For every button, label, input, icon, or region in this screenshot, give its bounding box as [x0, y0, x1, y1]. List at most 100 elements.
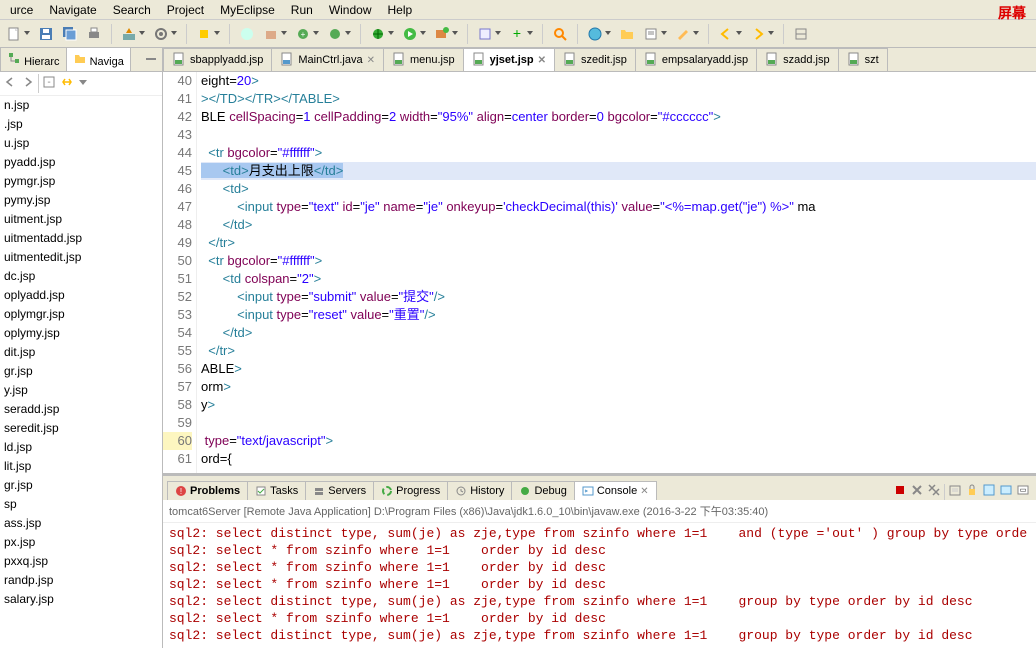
file-item[interactable]: n.jsp [2, 96, 162, 115]
forward-button[interactable] [748, 24, 776, 44]
bottom-tab-console[interactable]: Console✕ [574, 481, 657, 500]
close-icon[interactable]: ✕ [367, 55, 375, 66]
file-item[interactable]: uitmentadd.jsp [2, 229, 162, 248]
code-editor[interactable]: 4041424344454647484950515253545556575859… [163, 72, 1036, 473]
file-item[interactable]: salary.jsp [2, 590, 162, 609]
wizard-button[interactable] [194, 24, 222, 44]
run-button[interactable] [400, 24, 428, 44]
file-item[interactable]: seradd.jsp [2, 400, 162, 419]
remove-launch-icon[interactable] [910, 483, 924, 500]
print-button[interactable] [84, 24, 104, 44]
jsp-file-icon [847, 52, 861, 69]
remove-all-icon[interactable] [927, 483, 941, 500]
editor-tab[interactable]: menu.jsp [383, 48, 464, 71]
editor-tab[interactable]: empsalaryadd.jsp [635, 48, 757, 71]
file-item[interactable]: pymy.jsp [2, 191, 162, 210]
editor-tab[interactable]: szt [838, 48, 888, 71]
config-button[interactable] [151, 24, 179, 44]
editor-tab[interactable]: szedit.jsp [554, 48, 636, 71]
editor-tab[interactable]: sbapplyadd.jsp [163, 48, 272, 71]
close-icon[interactable]: ✕ [640, 486, 648, 497]
file-item[interactable]: gr.jsp [2, 362, 162, 381]
plus-button[interactable]: + [507, 24, 535, 44]
package-button[interactable] [261, 24, 289, 44]
menu-item[interactable]: MyEclipse [212, 1, 283, 19]
new-button[interactable] [4, 24, 32, 44]
file-item[interactable]: dit.jsp [2, 343, 162, 362]
file-item[interactable]: ass.jsp [2, 514, 162, 533]
search-button[interactable] [550, 24, 570, 44]
file-item[interactable]: y.jsp [2, 381, 162, 400]
file-item[interactable]: lit.jsp [2, 457, 162, 476]
back-sync-icon[interactable] [2, 74, 18, 93]
external-button[interactable] [432, 24, 460, 44]
terminate-icon[interactable] [893, 483, 907, 500]
menu-item[interactable]: urce [2, 1, 41, 19]
file-item[interactable]: randp.jsp [2, 571, 162, 590]
bottom-tab-servers[interactable]: Servers [305, 481, 374, 500]
file-item[interactable]: pxxq.jsp [2, 552, 162, 571]
link-editor-icon[interactable] [59, 74, 75, 93]
file-item[interactable]: u.jsp [2, 134, 162, 153]
sidebar-tab-navigator[interactable]: Naviga [66, 47, 131, 71]
clear-console-icon[interactable] [948, 483, 962, 500]
bottom-tab-tasks[interactable]: Tasks [247, 481, 306, 500]
file-item[interactable]: oplymy.jsp [2, 324, 162, 343]
menu-item[interactable]: Navigate [41, 1, 104, 19]
sidebar-minimize-icon[interactable] [140, 50, 162, 71]
file-item[interactable]: pyadd.jsp [2, 153, 162, 172]
editor-tab[interactable]: yjset.jsp✕ [463, 48, 555, 71]
bottom-tab-progress[interactable]: Progress [373, 481, 448, 500]
generate-button[interactable] [475, 24, 503, 44]
file-item[interactable]: sp [2, 495, 162, 514]
display-console-icon[interactable] [999, 483, 1013, 500]
save-button[interactable] [36, 24, 56, 44]
menu-item[interactable]: Run [283, 1, 321, 19]
menu-item[interactable]: Window [321, 1, 380, 19]
file-item[interactable]: pymgr.jsp [2, 172, 162, 191]
new-class-button[interactable] [325, 24, 353, 44]
save-all-button[interactable] [60, 24, 80, 44]
file-item[interactable]: uitment.jsp [2, 210, 162, 229]
file-item[interactable]: .jsp [2, 115, 162, 134]
sidebar-toolbar: - [0, 72, 162, 96]
file-item[interactable]: oplymgr.jsp [2, 305, 162, 324]
collapse-all-icon[interactable]: - [41, 74, 57, 93]
back-button[interactable] [716, 24, 744, 44]
edit-button[interactable] [673, 24, 701, 44]
bottom-tab-history[interactable]: History [447, 481, 512, 500]
menu-item[interactable]: Search [105, 1, 159, 19]
console-output[interactable]: sql2: select distinct type, sum(je) as z… [163, 523, 1036, 648]
file-item[interactable]: uitmentedit.jsp [2, 248, 162, 267]
close-icon[interactable]: ✕ [538, 55, 546, 66]
editor-tab[interactable]: MainCtrl.java✕ [271, 48, 384, 71]
debug-icon [519, 485, 531, 497]
scroll-lock-icon[interactable] [965, 483, 979, 500]
collapse-button[interactable] [791, 24, 811, 44]
menu-item[interactable]: Help [380, 1, 421, 19]
file-item[interactable]: gr.jsp [2, 476, 162, 495]
file-item[interactable]: seredit.jsp [2, 419, 162, 438]
file-item[interactable]: ld.jsp [2, 438, 162, 457]
menu-item[interactable]: Project [159, 1, 212, 19]
annotate-button[interactable] [641, 24, 669, 44]
sidebar-tab-hierarchy[interactable]: Hierarc [0, 47, 67, 71]
svg-text:-: - [47, 77, 50, 88]
forward-sync-icon[interactable] [20, 74, 36, 93]
deploy-button[interactable] [119, 24, 147, 44]
open-console-icon[interactable]: ▭ [1016, 483, 1030, 500]
file-item[interactable]: dc.jsp [2, 267, 162, 286]
file-item[interactable]: oplyadd.jsp [2, 286, 162, 305]
file-list[interactable]: n.jsp.jspu.jsppyadd.jsppymgr.jsppymy.jsp… [0, 96, 162, 648]
bottom-tab-problems[interactable]: !Problems [167, 481, 248, 500]
browser-button[interactable] [585, 24, 613, 44]
open-type-button[interactable] [237, 24, 257, 44]
new-java-button[interactable]: + [293, 24, 321, 44]
debug-button[interactable] [368, 24, 396, 44]
editor-tab[interactable]: szadd.jsp [756, 48, 838, 71]
view-menu-icon[interactable] [77, 74, 89, 93]
bottom-tab-debug[interactable]: Debug [511, 481, 574, 500]
folder-button[interactable] [617, 24, 637, 44]
pin-console-icon[interactable] [982, 483, 996, 500]
file-item[interactable]: px.jsp [2, 533, 162, 552]
